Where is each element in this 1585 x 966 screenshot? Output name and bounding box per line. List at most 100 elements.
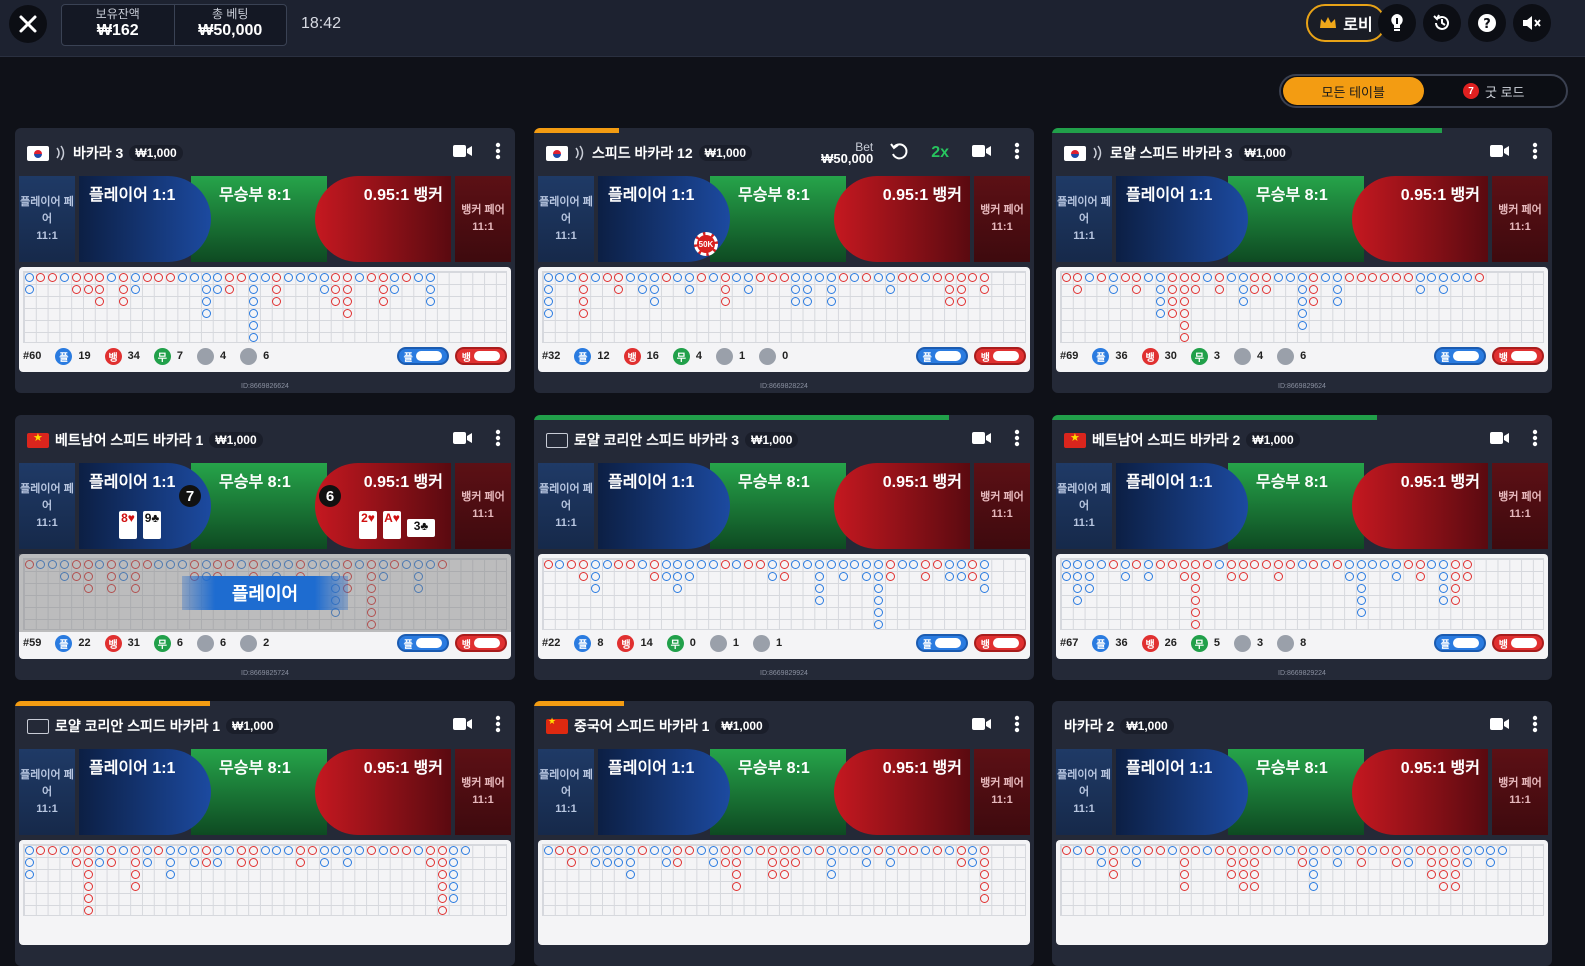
tie-bet[interactable]: 무승부 8:1 (191, 176, 327, 262)
player-pair-bet[interactable]: 플레이어 페어 11:1 (19, 176, 75, 262)
player-prediction-button[interactable]: 플 (396, 634, 449, 652)
player-pair-bet[interactable]: 플레이어 페어 11:1 (19, 463, 75, 549)
banker-prediction-button[interactable]: 뱅 (973, 634, 1026, 652)
banker-pair-bet[interactable]: 뱅커 페어 11:1 (1492, 463, 1548, 549)
player-pair-bet[interactable]: 플레이어 페어 11:1 (1056, 176, 1112, 262)
player-bet[interactable]: 플레이어 1:1 (598, 749, 730, 835)
tie-bet[interactable]: 무승부 8:1 (710, 463, 846, 549)
video-button[interactable] (1489, 142, 1510, 165)
player-bet[interactable]: 플레이어 1:1 (1116, 176, 1248, 262)
table-card[interactable]: 중국어 스피드 바카라 1 ₩1,000 플레이어 페어 11:1 무승부 8:1 플레이… (534, 701, 1034, 966)
table-card[interactable]: 로얄 스피드 바카라 3 ₩1,000 플레이어 페어 11:1 무승부 8:1 플레이어… (1052, 128, 1552, 393)
banker-bet[interactable]: 0.95:1 뱅커 (834, 749, 970, 835)
player-prediction-button[interactable]: 플 (1433, 634, 1486, 652)
table-card[interactable]: 바카라 2 ₩1,000 플레이어 페어 11:1 무승부 8:1 플레이어 1:1 0.9… (1052, 701, 1552, 966)
player-bet[interactable]: 플레이어 1:1 50K (598, 176, 730, 262)
banker-prediction-button[interactable]: 뱅 (454, 347, 507, 365)
player-bet[interactable]: 플레이어 1:1 (79, 749, 211, 835)
banker-bet[interactable]: 0.95:1 뱅커 (834, 463, 970, 549)
banker-pair-bet[interactable]: 뱅커 페어 11:1 (974, 176, 1030, 262)
player-bet[interactable]: 플레이어 1:1 (1116, 749, 1248, 835)
road-map[interactable]: #32 플 12 뱅 16 무 4 1 0 플 뱅 (538, 267, 1030, 372)
more-options-button[interactable] (1532, 429, 1538, 452)
close-button[interactable] (9, 5, 47, 43)
more-options-button[interactable] (1014, 715, 1020, 738)
player-bet[interactable]: 플레이어 1:1 (598, 463, 730, 549)
tie-bet[interactable]: 무승부 8:1 (191, 749, 327, 835)
player-bet[interactable]: 플레이어 1:1 7 8♥ 9♣ (79, 463, 211, 549)
banker-prediction-button[interactable]: 뱅 (1491, 347, 1544, 365)
banker-pair-bet[interactable]: 뱅커 페어 11:1 (455, 176, 511, 262)
banker-pair-bet[interactable]: 뱅커 페어 11:1 (1492, 749, 1548, 835)
banker-prediction-button[interactable]: 뱅 (454, 634, 507, 652)
video-button[interactable] (1489, 429, 1510, 452)
table-card[interactable]: 베트남어 스피드 바카라 1₩1,000플레이어 페어11:1무승부 8:1플레… (15, 415, 515, 680)
more-options-button[interactable] (1014, 429, 1020, 452)
banker-bet[interactable]: 0.95:1 뱅커 (1352, 749, 1488, 835)
undo-button[interactable] (889, 141, 909, 166)
road-map[interactable] (19, 840, 511, 945)
table-card[interactable]: 스피드 바카라 12 ₩1,000 Bet ₩50,000 2x 플레이어 페어 11:1 무… (534, 128, 1034, 393)
filter-good-road[interactable]: 7 굿 로드 (1424, 77, 1565, 105)
player-pair-bet[interactable]: 플레이어 페어 11:1 (1056, 749, 1112, 835)
road-map[interactable] (1056, 840, 1548, 945)
road-map[interactable]: 플레이어 #59 플 22 뱅 31 무 6 6 2 플 뱅 (19, 554, 511, 659)
hint-button[interactable] (1378, 4, 1416, 42)
more-options-button[interactable] (495, 429, 501, 452)
player-prediction-button[interactable]: 플 (396, 347, 449, 365)
tie-bet[interactable]: 무승부 8:1 (1228, 176, 1364, 262)
road-map[interactable]: #67 플 36 뱅 26 무 5 3 8 플 뱅 (1056, 554, 1548, 659)
video-button[interactable] (971, 429, 992, 452)
double-bet-button[interactable]: 2x (931, 144, 949, 162)
player-prediction-button[interactable]: 플 (1433, 347, 1486, 365)
table-card[interactable]: 바카라 3 ₩1,000 플레이어 페어 11:1 무승부 8:1 플레이어 1:1 0.9… (15, 128, 515, 393)
player-pair-bet[interactable]: 플레이어 페어 11:1 (1056, 463, 1112, 549)
help-button[interactable]: ? (1468, 4, 1506, 42)
road-map[interactable]: #69 플 36 뱅 30 무 3 4 6 플 뱅 (1056, 267, 1548, 372)
banker-prediction-button[interactable]: 뱅 (973, 347, 1026, 365)
tie-bet[interactable]: 무승부 8:1 (191, 463, 327, 549)
table-card[interactable]: 베트남어 스피드 바카라 2 ₩1,000 플레이어 페어 11:1 무승부 8:1 플레… (1052, 415, 1552, 680)
more-options-button[interactable] (495, 715, 501, 738)
filter-all-tables[interactable]: 모든 테이블 (1283, 77, 1424, 105)
banker-bet[interactable]: 0.95:1 뱅커 6 2♥ A♥ 3♣ (315, 463, 451, 549)
player-prediction-button[interactable]: 플 (915, 347, 968, 365)
tie-bet[interactable]: 무승부 8:1 (1228, 749, 1364, 835)
video-button[interactable] (971, 142, 992, 165)
table-card[interactable]: 로얄 코리안 스피드 바카라 3 ₩1,000 플레이어 페어 11:1 무승부 8:1… (534, 415, 1034, 680)
video-button[interactable] (452, 142, 473, 165)
video-button[interactable] (452, 715, 473, 738)
player-pair-bet[interactable]: 플레이어 페어 11:1 (538, 463, 594, 549)
player-pair-bet[interactable]: 플레이어 페어 11:1 (19, 749, 75, 835)
road-map[interactable] (538, 840, 1030, 945)
tie-bet[interactable]: 무승부 8:1 (710, 176, 846, 262)
road-map[interactable]: #60 플 19 뱅 34 무 7 4 6 플 뱅 (19, 267, 511, 372)
tie-bet[interactable]: 무승부 8:1 (1228, 463, 1364, 549)
banker-bet[interactable]: 0.95:1 뱅커 (1352, 176, 1488, 262)
player-bet[interactable]: 플레이어 1:1 (1116, 463, 1248, 549)
road-map[interactable]: #22 플 8 뱅 14 무 0 1 1 플 뱅 (538, 554, 1030, 659)
banker-pair-bet[interactable]: 뱅커 페어 11:1 (974, 749, 1030, 835)
table-card[interactable]: 로얄 코리안 스피드 바카라 1 ₩1,000 플레이어 페어 11:1 무승부 8:1… (15, 701, 515, 966)
video-button[interactable] (1489, 715, 1510, 738)
sound-button[interactable] (1513, 4, 1551, 42)
tie-bet[interactable]: 무승부 8:1 (710, 749, 846, 835)
more-options-button[interactable] (1532, 142, 1538, 165)
player-bet[interactable]: 플레이어 1:1 (79, 176, 211, 262)
banker-pair-bet[interactable]: 뱅커 페어 11:1 (1492, 176, 1548, 262)
banker-prediction-button[interactable]: 뱅 (1491, 634, 1544, 652)
banker-bet[interactable]: 0.95:1 뱅커 (834, 176, 970, 262)
more-options-button[interactable] (1532, 715, 1538, 738)
video-button[interactable] (971, 715, 992, 738)
banker-pair-bet[interactable]: 뱅커 페어 11:1 (455, 749, 511, 835)
history-button[interactable] (1423, 4, 1461, 42)
more-options-button[interactable] (1014, 142, 1020, 165)
banker-bet[interactable]: 0.95:1 뱅커 (315, 749, 451, 835)
banker-bet[interactable]: 0.95:1 뱅커 (315, 176, 451, 262)
more-options-button[interactable] (495, 142, 501, 165)
player-prediction-button[interactable]: 플 (915, 634, 968, 652)
player-pair-bet[interactable]: 플레이어 페어 11:1 (538, 176, 594, 262)
banker-pair-bet[interactable]: 뱅커 페어 11:1 (455, 463, 511, 549)
video-button[interactable] (452, 429, 473, 452)
banker-pair-bet[interactable]: 뱅커 페어 11:1 (974, 463, 1030, 549)
